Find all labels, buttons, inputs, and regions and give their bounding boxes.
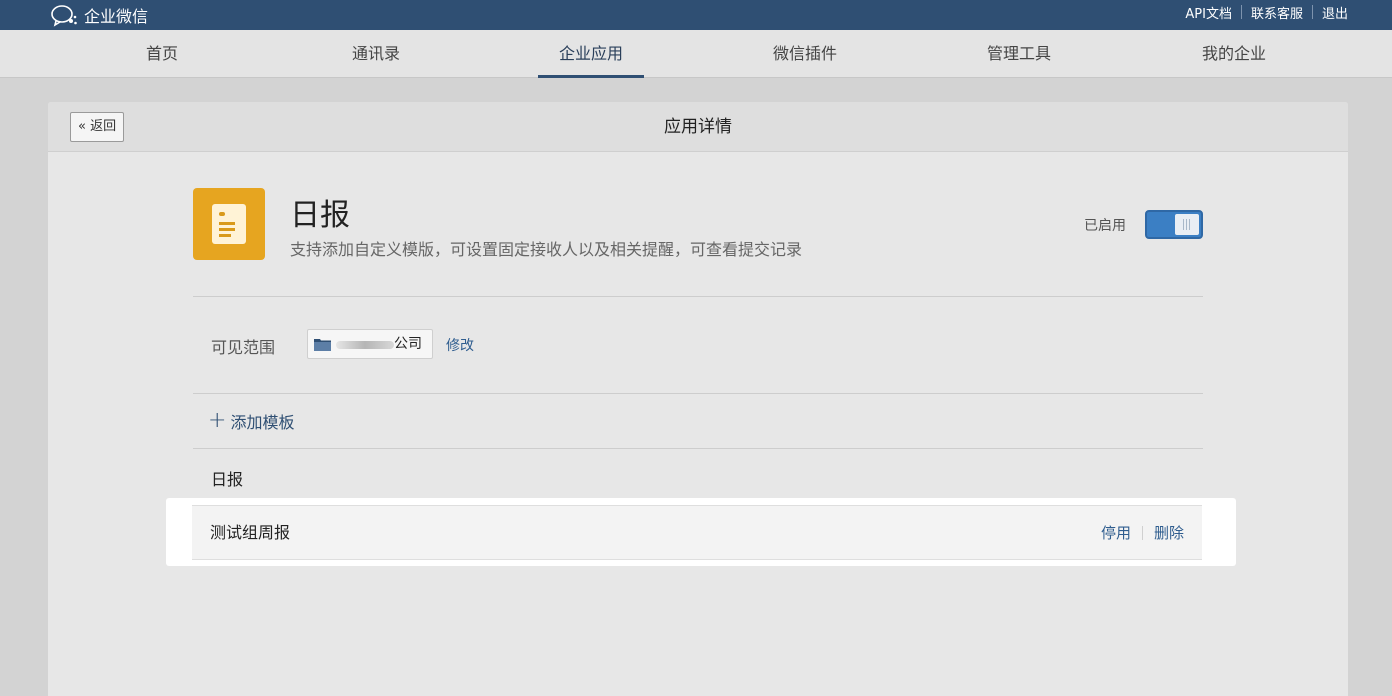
status-label: 已启用 [1084, 218, 1126, 234]
top-bar: 企业微信 API文档 联系客服 退出 [0, 0, 1392, 30]
logo-text: 企业微信 [84, 7, 149, 26]
template-section-name: 日报 [211, 470, 244, 489]
main-nav: 首页 通讯录 企业应用 微信插件 管理工具 我的企业 [0, 30, 1392, 78]
tab-enterprise-apps[interactable]: 企业应用 [484, 30, 698, 78]
enable-toggle[interactable] [1145, 210, 1203, 239]
divider [193, 448, 1203, 449]
add-template-label: 添加模板 [230, 413, 295, 432]
app-description: 支持添加自定义模版，可设置固定接收人以及相关提醒，可查看提交记录 [290, 240, 803, 259]
tab-wechat-plugin[interactable]: 微信插件 [698, 30, 912, 78]
plus-icon: + [208, 408, 227, 433]
disable-template-link[interactable]: 停用 [1101, 522, 1131, 543]
tab-label: 企业应用 [558, 44, 623, 63]
back-button[interactable]: « 返回 [70, 112, 125, 142]
divider [1240, 5, 1242, 19]
contact-support-link[interactable]: 联系客服 [1251, 3, 1303, 22]
divider [1311, 5, 1313, 19]
visibility-scope-tag: 公司 [307, 329, 433, 359]
wework-logo-icon [50, 3, 80, 27]
tab-my-enterprise[interactable]: 我的企业 [1127, 30, 1341, 78]
divider [193, 393, 1203, 394]
toggle-knob [1175, 214, 1199, 235]
company-name-suffix: 公司 [394, 336, 422, 352]
folder-icon [314, 339, 331, 351]
top-links: API文档 联系客服 退出 [1185, 0, 1348, 24]
document-icon [193, 188, 265, 260]
app-detail-card: 应用详情 « 返回 日报 支持添加自定义模版，可设置固定接收人以及相关提醒，可查… [48, 102, 1348, 696]
add-template-button[interactable]: + 添加模板 [208, 409, 294, 433]
tab-contacts[interactable]: 通讯录 [269, 30, 483, 78]
row-actions: 停用 删除 [1101, 506, 1184, 559]
logo[interactable]: 企业微信 [50, 0, 148, 30]
template-row-name: 测试组周报 [210, 523, 291, 542]
card-header: 应用详情 « 返回 [48, 102, 1348, 152]
divider [1141, 525, 1143, 540]
divider [193, 296, 1203, 297]
table-row: 测试组周报 停用 删除 [192, 505, 1202, 560]
delete-template-link[interactable]: 删除 [1154, 522, 1184, 543]
tab-management-tools[interactable]: 管理工具 [912, 30, 1126, 78]
active-tab-indicator [538, 75, 644, 78]
app-name: 日报 [290, 198, 350, 233]
visibility-scope-label: 可见范围 [211, 338, 276, 357]
api-docs-link[interactable]: API文档 [1185, 3, 1232, 22]
page-title: 应用详情 [664, 117, 732, 137]
logout-link[interactable]: 退出 [1322, 3, 1348, 22]
redacted-company-name [336, 341, 394, 349]
tab-home[interactable]: 首页 [55, 30, 269, 78]
modify-scope-link[interactable]: 修改 [446, 335, 474, 355]
